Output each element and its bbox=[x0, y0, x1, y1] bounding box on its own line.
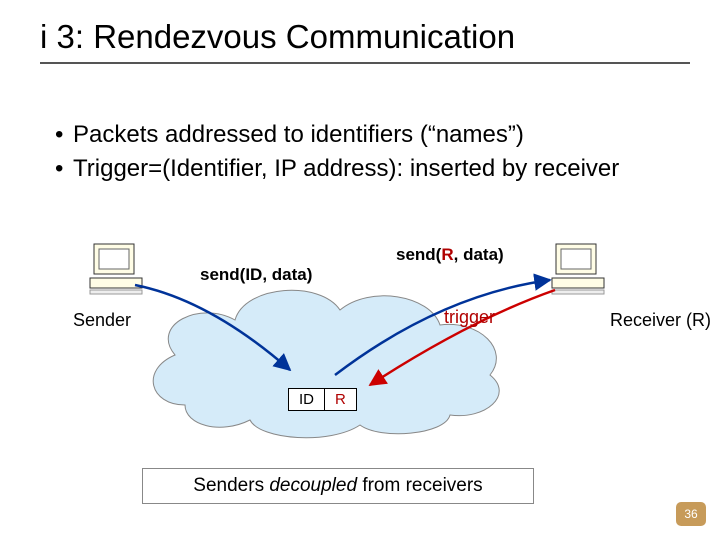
page-number-badge: 36 bbox=[676, 502, 706, 526]
slide: i 3: Rendezvous Communication • Packets … bbox=[0, 0, 720, 540]
bullet-list: • Packets addressed to identifiers (“nam… bbox=[55, 120, 660, 188]
caption-a: Senders bbox=[193, 475, 269, 496]
trigger-box: ID R bbox=[288, 388, 357, 411]
slide-title: i 3: Rendezvous Communication bbox=[40, 18, 690, 56]
bullet-item: • Packets addressed to identifiers (“nam… bbox=[55, 120, 660, 150]
diagram: send(ID, data) send(R, data) Sender Rece… bbox=[0, 230, 720, 460]
title-bar: i 3: Rendezvous Communication bbox=[40, 18, 690, 64]
bullet-text: Trigger=(Identifier, IP address): insert… bbox=[73, 154, 619, 184]
page-number: 36 bbox=[684, 507, 697, 521]
diagram-svg bbox=[0, 230, 720, 460]
label-trigger: trigger bbox=[444, 307, 495, 328]
label-sender: Sender bbox=[73, 310, 131, 331]
trigger-box-id: ID bbox=[289, 389, 325, 410]
sender-computer-icon bbox=[90, 244, 142, 294]
trigger-box-r: R bbox=[325, 389, 356, 410]
caption: Senders decoupled from receivers bbox=[142, 468, 534, 504]
bullet-dot-icon: • bbox=[55, 120, 73, 150]
receiver-computer-icon bbox=[552, 244, 604, 294]
label-send-id: send(ID, data) bbox=[200, 265, 312, 285]
bullet-item: • Trigger=(Identifier, IP address): inse… bbox=[55, 154, 660, 184]
label-send-r-r: R bbox=[441, 245, 453, 264]
caption-b: decoupled bbox=[269, 475, 357, 496]
bullet-text: Packets addressed to identifiers (“names… bbox=[73, 120, 524, 150]
label-receiver: Receiver (R) bbox=[610, 310, 711, 331]
label-send-r-prefix: send( bbox=[396, 245, 441, 264]
label-send-r: send(R, data) bbox=[396, 245, 504, 265]
label-send-r-suffix: , data) bbox=[454, 245, 504, 264]
caption-c: from receivers bbox=[357, 475, 483, 496]
bullet-dot-icon: • bbox=[55, 154, 73, 184]
